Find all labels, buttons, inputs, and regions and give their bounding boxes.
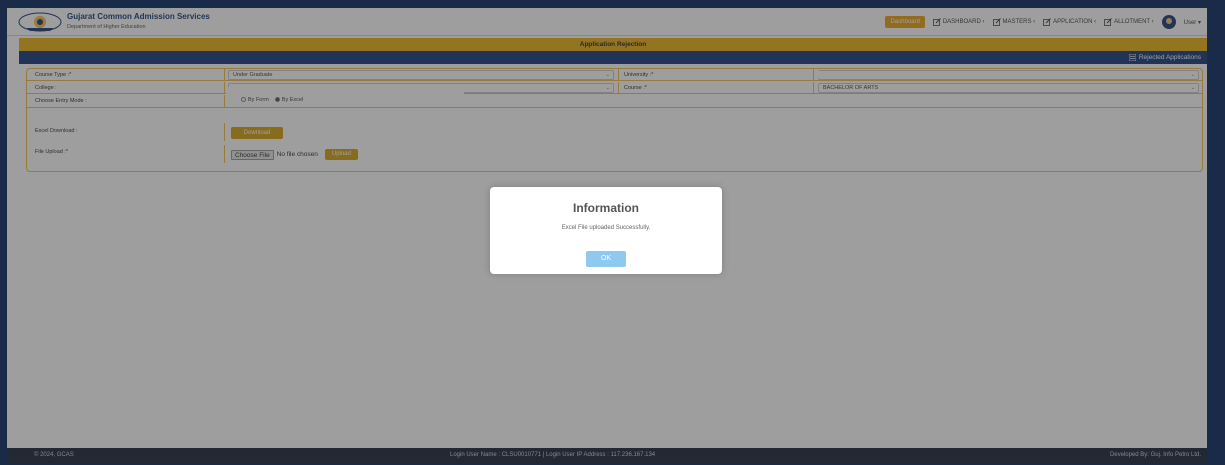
information-dialog: Information Excel File uploaded Successf… bbox=[490, 187, 722, 274]
dialog-message: Excel File uploaded Successfully. bbox=[561, 225, 651, 231]
ok-button[interactable]: OK bbox=[586, 251, 626, 267]
dialog-title: Information bbox=[573, 201, 639, 215]
